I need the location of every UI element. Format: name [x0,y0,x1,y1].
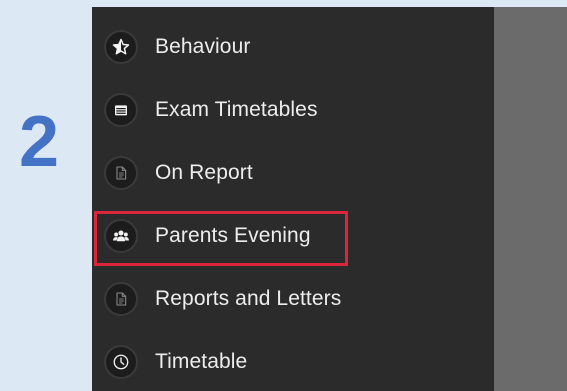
menu-item-behaviour[interactable]: Behaviour [104,27,484,67]
sidebar-menu: Behaviour Exam Timetables On Report Pare… [92,7,494,391]
menu-item-label: Parents Evening [155,224,311,247]
app-screenshot: Behaviour Exam Timetables On Report Pare… [92,7,567,391]
step-number: 2 [18,102,60,182]
menu-item-label: Behaviour [155,35,251,58]
menu-item-label: Exam Timetables [155,98,318,121]
menu-item-label: Timetable [155,350,248,373]
menu-item-exam-timetables[interactable]: Exam Timetables [104,90,484,130]
table-icon [104,93,138,127]
people-icon [104,219,138,253]
menu-item-on-report[interactable]: On Report [104,153,484,193]
menu-item-parents-evening[interactable]: Parents Evening [104,216,484,256]
star-half-icon [104,30,138,64]
menu-item-label: On Report [155,161,253,184]
clock-icon [104,345,138,379]
menu-item-reports-and-letters[interactable]: Reports and Letters [104,279,484,319]
content-pane [494,7,567,391]
document-icon [104,156,138,190]
document-icon [104,282,138,316]
menu-item-label: Reports and Letters [155,287,342,310]
menu-item-timetable[interactable]: Timetable [104,342,484,382]
